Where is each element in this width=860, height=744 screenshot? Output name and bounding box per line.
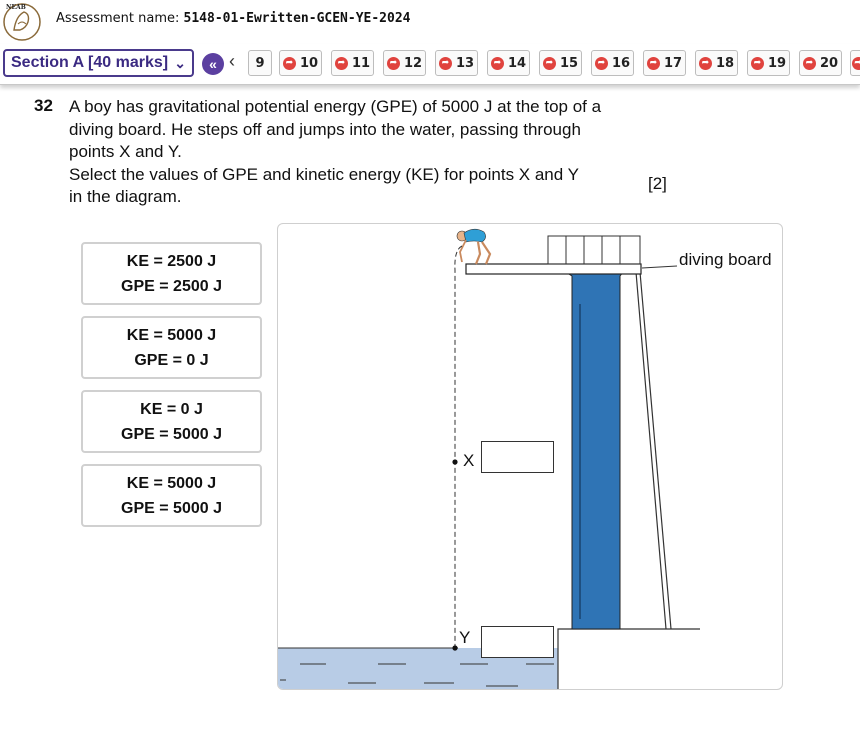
question-nav-number: 9 xyxy=(255,55,265,71)
boy-figure xyxy=(456,228,492,265)
question-line: Select the values of GPE and kinetic ene… xyxy=(69,164,579,184)
diving-board-label: diving board xyxy=(679,250,772,269)
question-nav-number: 19 xyxy=(767,55,787,71)
diving-board xyxy=(465,263,642,275)
question-nav-20[interactable]: ➦ 20 xyxy=(799,50,842,76)
question-navigation-bar: Section A [40 marks] ⌄ « ‹ 9 ➦ 10 ➦ 11 ➦… xyxy=(0,44,860,85)
question-nav-11[interactable]: ➦ 11 xyxy=(331,50,374,76)
question-nav-next-partial[interactable]: ➦ xyxy=(850,50,860,76)
answer-ke: KE = 5000 J xyxy=(126,326,217,344)
question-text: A boy has gravitational potential energy… xyxy=(69,96,669,209)
flag-icon: ➦ xyxy=(698,56,712,70)
answer-gpe: GPE = 5000 J xyxy=(121,425,222,443)
answer-tile-ke-5000-gpe-0[interactable]: KE = 5000 J GPE = 0 J xyxy=(81,316,262,379)
answer-ke: KE = 2500 J xyxy=(126,252,217,270)
flag-icon: ➦ xyxy=(750,56,764,70)
diving-board-diagram: diving board X Y xyxy=(277,223,783,690)
question-nav-number: 20 xyxy=(819,55,839,71)
question-nav-17[interactable]: ➦ 17 xyxy=(643,50,686,76)
answer-tile-ke-2500-gpe-2500[interactable]: KE = 2500 J GPE = 2500 J xyxy=(81,242,262,305)
section-dropdown-label: Section A [40 marks] xyxy=(11,54,169,71)
drop-zone-x[interactable] xyxy=(481,441,554,473)
point-x-label: X xyxy=(463,451,475,470)
question-nav-18[interactable]: ➦ 18 xyxy=(695,50,738,76)
question-line: diving board. He steps off and jumps int… xyxy=(69,119,581,139)
section-dropdown[interactable]: Section A [40 marks] ⌄ xyxy=(3,49,194,77)
header: NEAB Assessment name: 5148-01-Ewritten-G… xyxy=(0,0,860,44)
question-nav-16[interactable]: ➦ 16 xyxy=(591,50,634,76)
point-y-label: Y xyxy=(459,628,471,647)
question-nav-14[interactable]: ➦ 14 xyxy=(487,50,530,76)
pool-edge xyxy=(557,628,700,689)
previous-question-button[interactable]: ‹ xyxy=(229,51,235,72)
question-nav-number: 16 xyxy=(611,55,631,71)
question-nav-10[interactable]: ➦ 10 xyxy=(279,50,322,76)
answer-gpe: GPE = 5000 J xyxy=(121,499,222,517)
question-nav-19[interactable]: ➦ 19 xyxy=(747,50,790,76)
flag-icon: ➦ xyxy=(438,56,452,70)
question-nav-15[interactable]: ➦ 15 xyxy=(539,50,582,76)
answer-tile-ke-5000-gpe-5000[interactable]: KE = 5000 J GPE = 5000 J xyxy=(81,464,262,527)
answer-tile-ke-0-gpe-5000[interactable]: KE = 0 J GPE = 5000 J xyxy=(81,390,262,453)
flag-icon: ➦ xyxy=(542,56,556,70)
flag-icon: ➦ xyxy=(386,56,400,70)
neab-logo: NEAB xyxy=(3,3,41,41)
chevron-down-icon: ⌄ xyxy=(174,55,186,71)
flag-icon: ➦ xyxy=(851,56,860,70)
flag-icon: ➦ xyxy=(646,56,660,70)
question-line: points X and Y. xyxy=(69,142,182,161)
question-nav-12[interactable]: ➦ 12 xyxy=(383,50,426,76)
flag-icon: ➦ xyxy=(594,56,608,70)
question-number: 32 xyxy=(34,96,53,115)
drop-zone-y[interactable] xyxy=(481,626,554,658)
flag-icon: ➦ xyxy=(802,56,816,70)
marks-available: [2] xyxy=(648,174,667,193)
question-nav-13[interactable]: ➦ 13 xyxy=(435,50,478,76)
question-nav-number: 12 xyxy=(403,55,423,71)
railing xyxy=(547,235,641,265)
question-nav-9[interactable]: 9 xyxy=(248,50,272,76)
question-nav-number: 10 xyxy=(299,55,319,71)
assessment-name-value: 5148-01-Ewritten-GCEN-YE-2024 xyxy=(183,11,411,26)
answer-ke: KE = 5000 J xyxy=(126,474,217,492)
assessment-name-label: Assessment name: xyxy=(56,11,180,26)
question-nav-number: 18 xyxy=(715,55,735,71)
point-y-dot xyxy=(452,645,458,651)
first-question-button[interactable]: « xyxy=(202,53,224,75)
question-nav-number: 11 xyxy=(351,55,371,71)
flag-icon: ➦ xyxy=(334,56,348,70)
flag-icon: ➦ xyxy=(490,56,504,70)
svg-text:NEAB: NEAB xyxy=(6,4,26,11)
question-nav-number: 14 xyxy=(507,55,527,71)
question-nav-number: 15 xyxy=(559,55,579,71)
question-line: A boy has gravitational potential energy… xyxy=(69,97,602,116)
question-nav-number: 17 xyxy=(663,55,683,71)
flag-icon: ➦ xyxy=(282,56,296,70)
question-nav-number: 13 xyxy=(455,55,475,71)
assessment-name: Assessment name: 5148-01-Ewritten-GCEN-Y… xyxy=(56,11,411,26)
tower xyxy=(562,270,626,630)
answer-gpe: GPE = 2500 J xyxy=(121,277,222,295)
question-line: in the diagram. xyxy=(69,187,182,206)
answer-ke: KE = 0 J xyxy=(140,400,203,418)
trajectory-line xyxy=(454,245,463,648)
answer-gpe: GPE = 0 J xyxy=(134,351,209,369)
point-x-dot xyxy=(452,459,458,465)
